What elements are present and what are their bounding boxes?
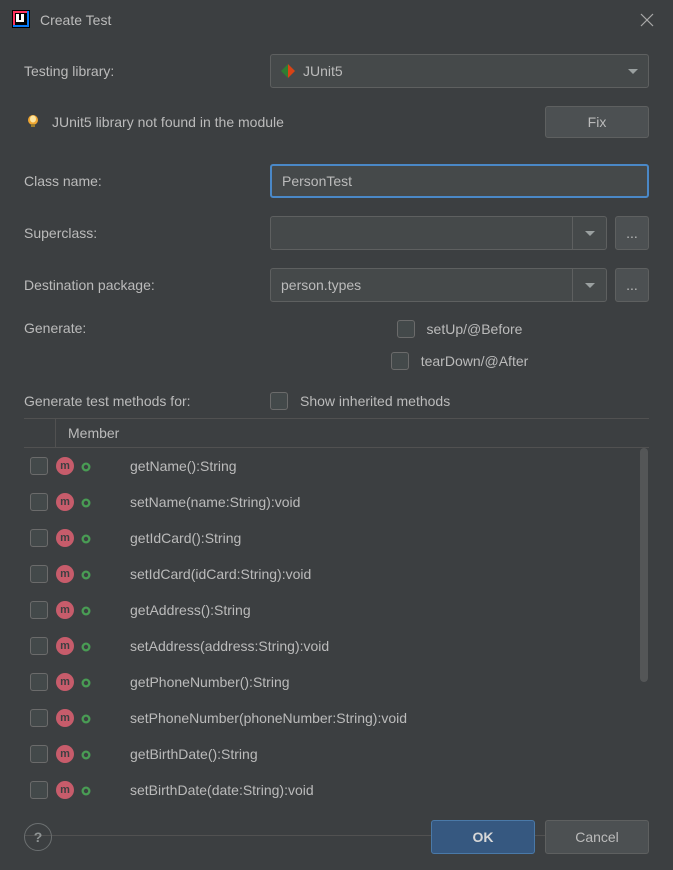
- lightbulb-icon: [24, 113, 42, 131]
- destination-package-dropdown[interactable]: [572, 269, 606, 301]
- member-row[interactable]: m setPhoneNumber(phoneNumber:String):void: [24, 700, 649, 736]
- close-button[interactable]: [633, 6, 661, 34]
- app-icon: [12, 10, 30, 31]
- class-name-label: Class name:: [24, 173, 262, 189]
- cancel-button[interactable]: Cancel: [545, 820, 649, 854]
- method-icon: m: [56, 601, 74, 619]
- superclass-dropdown[interactable]: [572, 217, 606, 249]
- public-visibility-icon: [80, 676, 92, 688]
- method-icon: m: [56, 745, 74, 763]
- superclass-browse-button[interactable]: ...: [615, 216, 649, 250]
- show-inherited-checkbox[interactable]: [270, 392, 288, 410]
- member-name: getName():String: [130, 458, 237, 474]
- cancel-button-label: Cancel: [575, 829, 619, 845]
- ok-button-label: OK: [473, 829, 494, 845]
- member-name: getAddress():String: [130, 602, 251, 618]
- member-checkbox[interactable]: [30, 781, 48, 799]
- junit-icon: [281, 64, 295, 78]
- public-visibility-icon: [80, 640, 92, 652]
- member-name: setPhoneNumber(phoneNumber:String):void: [130, 710, 407, 726]
- public-visibility-icon: [80, 496, 92, 508]
- destination-package-value: person.types: [271, 277, 572, 293]
- method-icon: m: [56, 709, 74, 727]
- show-inherited-label: Show inherited methods: [300, 393, 450, 409]
- member-column-header: Member: [56, 425, 119, 441]
- member-name: getIdCard():String: [130, 530, 241, 546]
- method-icon: m: [56, 781, 74, 799]
- testing-library-combo[interactable]: JUnit5: [270, 54, 649, 88]
- public-visibility-icon: [80, 712, 92, 724]
- member-row[interactable]: m setIdCard(idCard:String):void: [24, 556, 649, 592]
- member-checkbox[interactable]: [30, 601, 48, 619]
- destination-package-browse-button[interactable]: ...: [615, 268, 649, 302]
- member-checkbox[interactable]: [30, 493, 48, 511]
- member-row[interactable]: m getPhoneNumber():String: [24, 664, 649, 700]
- method-icon: m: [56, 529, 74, 547]
- member-checkbox[interactable]: [30, 673, 48, 691]
- member-name: setName(name:String):void: [130, 494, 300, 510]
- superclass-combo[interactable]: [270, 216, 607, 250]
- teardown-checkbox-label: tearDown/@After: [421, 353, 529, 369]
- chevron-down-icon: [628, 69, 638, 74]
- dialog-title: Create Test: [40, 12, 111, 28]
- method-icon: m: [56, 493, 74, 511]
- setup-checkbox[interactable]: [397, 320, 415, 338]
- public-visibility-icon: [80, 604, 92, 616]
- method-icon: m: [56, 457, 74, 475]
- scrollbar-thumb[interactable]: [640, 448, 648, 682]
- member-name: setBirthDate(date:String):void: [130, 782, 314, 798]
- superclass-label: Superclass:: [24, 225, 262, 241]
- public-visibility-icon: [80, 748, 92, 760]
- fix-button-label: Fix: [588, 114, 607, 130]
- destination-package-combo[interactable]: person.types: [270, 268, 607, 302]
- testing-library-label: Testing library:: [24, 63, 262, 79]
- member-row[interactable]: m setAddress(address:String):void: [24, 628, 649, 664]
- member-name: setAddress(address:String):void: [130, 638, 329, 654]
- public-visibility-icon: [80, 784, 92, 796]
- member-row[interactable]: m setName(name:String):void: [24, 484, 649, 520]
- member-checkbox[interactable]: [30, 565, 48, 583]
- method-icon: m: [56, 637, 74, 655]
- setup-checkbox-label: setUp/@Before: [427, 321, 523, 337]
- method-icon: m: [56, 565, 74, 583]
- member-row[interactable]: m getIdCard():String: [24, 520, 649, 556]
- generate-methods-label: Generate test methods for:: [24, 393, 262, 409]
- member-checkbox[interactable]: [30, 457, 48, 475]
- ellipsis-icon: ...: [626, 277, 638, 293]
- member-row[interactable]: m getAddress():String: [24, 592, 649, 628]
- member-row[interactable]: m getBirthDate():String: [24, 736, 649, 772]
- class-name-input[interactable]: [270, 164, 649, 198]
- chevron-down-icon: [585, 283, 595, 288]
- help-icon: ?: [34, 829, 43, 845]
- fix-button[interactable]: Fix: [545, 106, 649, 138]
- public-visibility-icon: [80, 460, 92, 472]
- close-icon: [640, 13, 654, 27]
- chevron-down-icon: [585, 231, 595, 236]
- ok-button[interactable]: OK: [431, 820, 535, 854]
- member-row[interactable]: m getName():String: [24, 448, 649, 484]
- member-checkbox[interactable]: [30, 709, 48, 727]
- member-checkbox[interactable]: [30, 745, 48, 763]
- member-table-header: Member: [24, 418, 649, 448]
- destination-package-label: Destination package:: [24, 277, 262, 293]
- teardown-checkbox[interactable]: [391, 352, 409, 370]
- member-checkbox[interactable]: [30, 529, 48, 547]
- warning-text: JUnit5 library not found in the module: [52, 114, 284, 130]
- member-list-scrollbar[interactable]: [639, 448, 649, 835]
- member-checkbox[interactable]: [30, 637, 48, 655]
- member-list[interactable]: m getName():String m setName(name:String):v…: [24, 448, 649, 836]
- method-icon: m: [56, 673, 74, 691]
- member-row[interactable]: m setBirthDate(date:String):void: [24, 772, 649, 808]
- public-visibility-icon: [80, 568, 92, 580]
- member-name: getBirthDate():String: [130, 746, 258, 762]
- member-name: getPhoneNumber():String: [130, 674, 290, 690]
- member-name: setIdCard(idCard:String):void: [130, 566, 311, 582]
- testing-library-value: JUnit5: [303, 63, 343, 79]
- ellipsis-icon: ...: [626, 225, 638, 241]
- help-button[interactable]: ?: [24, 823, 52, 851]
- public-visibility-icon: [80, 532, 92, 544]
- generate-label: Generate:: [24, 320, 262, 336]
